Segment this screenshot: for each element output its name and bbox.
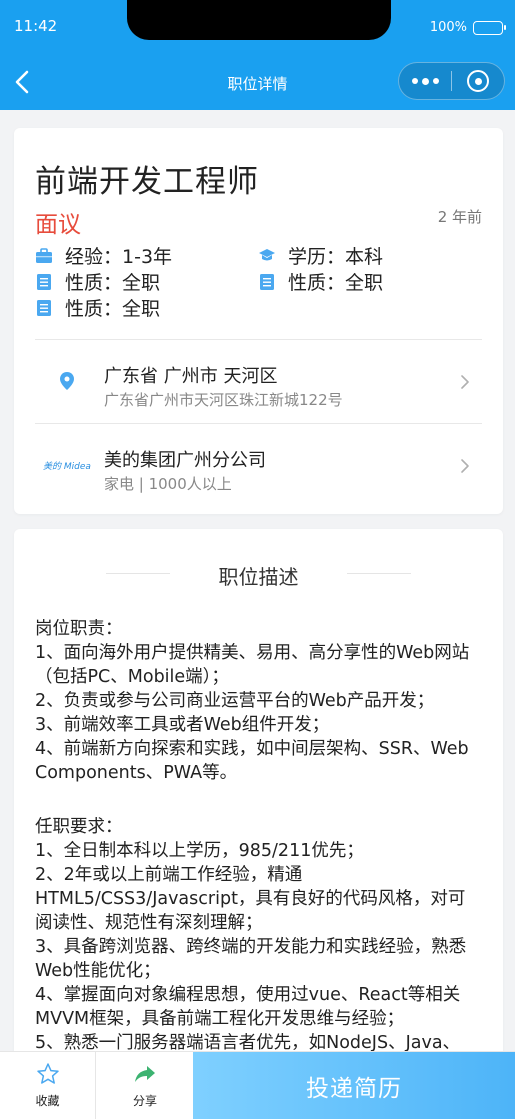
- description-text: 岗位职责： 1、面向海外用户提供精美、易用、高分享性的Web网站（包括PC、Mo…: [35, 617, 480, 1055]
- more-button[interactable]: [399, 63, 451, 99]
- battery-icon: [473, 20, 506, 35]
- desc-line: 2、2年或以上前端工作经验，精通HTML5/CSS3/Javascript，具有…: [35, 865, 466, 933]
- attr-nature: 性质：全职: [258, 268, 383, 295]
- document-icon: [35, 273, 53, 291]
- share-arrow-icon: [135, 1066, 155, 1082]
- share-button[interactable]: 分享: [97, 1052, 193, 1119]
- location-row[interactable]: 广东省 广州市 天河区 广东省广州市天河区珠江新城122号: [35, 340, 482, 424]
- close-mini-program-button[interactable]: [452, 63, 504, 99]
- apply-resume-button[interactable]: 投递简历: [193, 1052, 515, 1119]
- desc-line: 岗位职责：: [35, 619, 123, 639]
- status-time: 11:42: [14, 17, 58, 35]
- location-pin-icon: [45, 366, 89, 396]
- posted-time: 2 年前: [437, 208, 482, 226]
- attr-experience: 经验：1-3年: [35, 242, 172, 269]
- desc-line: 2、负责或参与公司商业运营平台的Web产品开发；: [35, 691, 435, 711]
- company-logo-text: 美的 Midea: [43, 461, 91, 472]
- battery-percent: 100%: [429, 20, 467, 35]
- section-title: 职位描述: [218, 565, 299, 589]
- more-dots-icon: [411, 78, 418, 84]
- company-logo: 美的 Midea: [43, 450, 91, 480]
- attr-nature: 性质：全职: [35, 268, 160, 295]
- desc-line: 4、前端新方向探索和实践，如中间层架构、SSR、Web Components、P…: [35, 739, 469, 783]
- desc-line: 1、面向海外用户提供精美、易用、高分享性的Web网站（包括PC、Mobile端）…: [35, 643, 470, 687]
- document-icon: [35, 299, 53, 317]
- battery-status: 100%: [429, 20, 506, 35]
- target-close-icon: [467, 70, 489, 92]
- desc-line: 1、全日制本科以上学历，985/211优先；: [35, 841, 364, 861]
- job-title: 前端开发工程师: [35, 164, 259, 200]
- chevron-right-icon: [461, 459, 469, 473]
- company-name: 美的集团广州分公司: [104, 450, 266, 471]
- attr-label: 性质：全职: [288, 272, 384, 294]
- desc-line: 4、掌握面向对象编程思想，使用过vue、React等相关MVVM框架，具备前端工…: [35, 985, 461, 1029]
- share-label: 分享: [132, 1094, 157, 1108]
- attr-label: 学历：本科: [288, 246, 384, 268]
- location-main: 广东省 广州市 天河区: [104, 366, 278, 387]
- desc-line: 任职要求：: [35, 817, 123, 837]
- graduation-cap-icon: [258, 247, 276, 265]
- bottom-action-bar: 收藏 分享 投递简历: [0, 1051, 515, 1119]
- app-header: 11:42 100% 职位详情: [0, 0, 515, 110]
- briefcase-icon: [35, 247, 53, 265]
- job-summary-card: 前端开发工程师 面议 2 年前 经验：1-3年 学历：本科 性质：全职 性质：全…: [14, 128, 503, 514]
- salary: 面议: [35, 212, 81, 238]
- favorite-label: 收藏: [35, 1094, 60, 1108]
- mini-program-capsule: [398, 62, 505, 100]
- attr-label: 性质：全职: [65, 272, 161, 294]
- chevron-right-icon: [461, 375, 469, 389]
- desc-line: 3、具备跨浏览器、跨终端的开发能力和实践经验，熟悉Web性能优化；: [35, 937, 467, 981]
- document-icon: [258, 273, 276, 291]
- favorite-button[interactable]: 收藏: [0, 1052, 96, 1119]
- attr-label: 性质：全职: [65, 298, 161, 320]
- divider: [347, 573, 411, 574]
- attr-education: 学历：本科: [258, 242, 383, 269]
- company-row[interactable]: 美的 Midea 美的集团广州分公司 家电 | 1000人以上: [35, 424, 482, 508]
- job-description-card: 职位描述 岗位职责： 1、面向海外用户提供精美、易用、高分享性的Web网站（包括…: [14, 529, 503, 1119]
- device-notch: [127, 0, 391, 40]
- company-info: 家电 | 1000人以上: [104, 475, 232, 493]
- star-icon: [36, 1063, 59, 1084]
- attr-label: 经验：1-3年: [65, 246, 173, 268]
- location-address: 广东省广州市天河区珠江新城122号: [104, 391, 343, 409]
- desc-line: 3、前端效率工具或者Web组件开发；: [35, 715, 330, 735]
- attr-nature: 性质：全职: [35, 294, 160, 321]
- section-header: 职位描述: [14, 559, 503, 589]
